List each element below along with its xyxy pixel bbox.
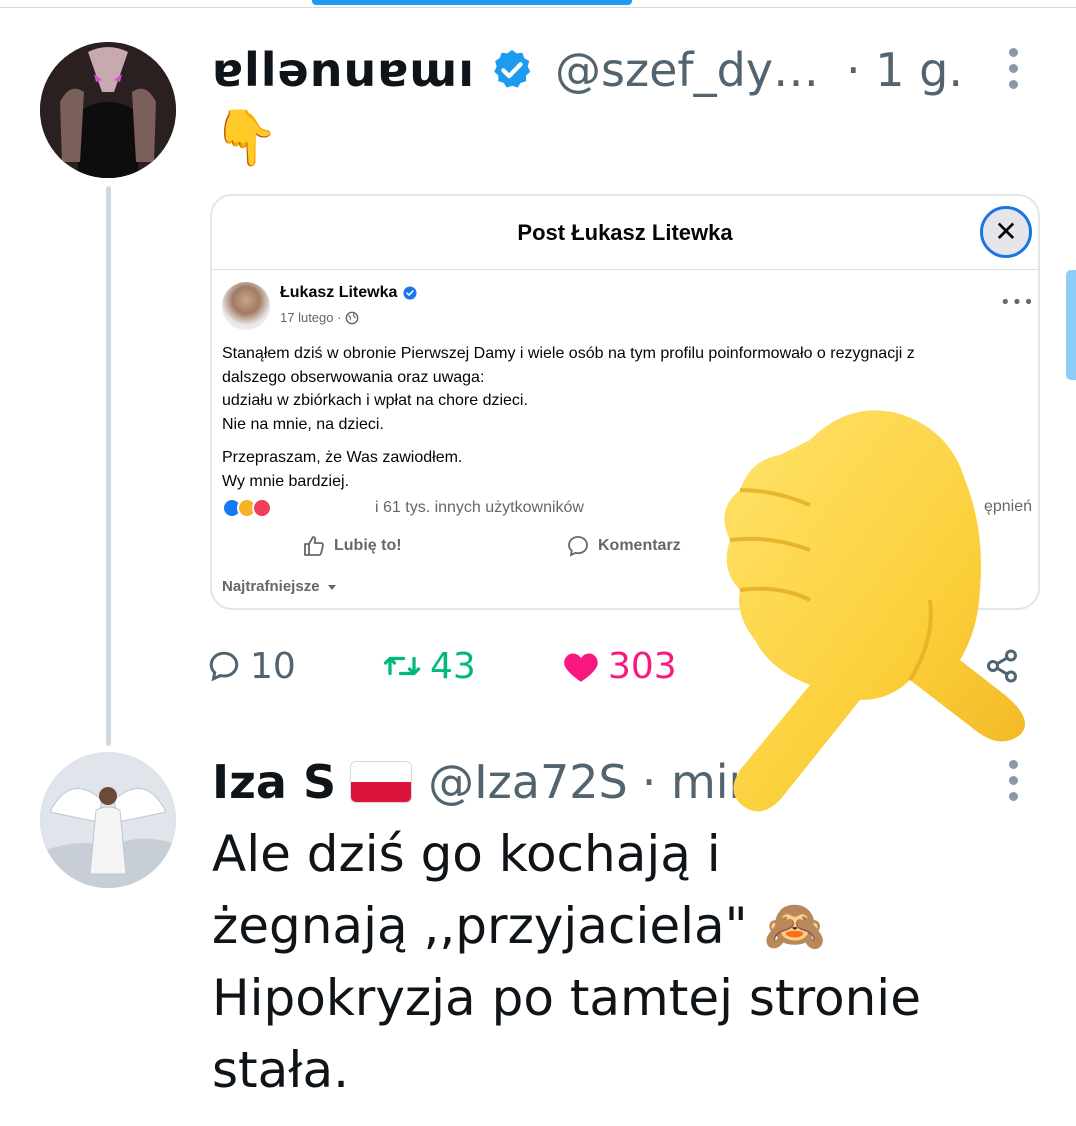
more-vertical-icon[interactable] [1006, 48, 1020, 89]
like-button[interactable]: 303 [562, 636, 677, 696]
fb-body-line: Wy mnie bardziej. [222, 472, 350, 490]
verified-badge-icon [489, 47, 535, 93]
poland-flag-icon [350, 761, 413, 803]
display-name[interactable]: Iza S [212, 755, 336, 809]
avatar-image [40, 42, 176, 178]
fb-body-line: udziału w zbiórkach i wpłat na chore dzi… [222, 392, 528, 409]
fb-action-bar: Lubię to! Komentarz [212, 534, 1038, 564]
fb-post-title: Post Łukasz Litewka [517, 220, 733, 245]
scrollbar-thumb[interactable] [1066, 270, 1076, 380]
share-button[interactable] [984, 636, 1020, 696]
active-tab-indicator [312, 0, 632, 5]
fb-shares-count: ępnień [983, 498, 1032, 515]
fb-comment-label: Komentarz [598, 537, 681, 554]
tweet-text-line: żegnają ,,przyjaciela" 🙈 [212, 897, 826, 955]
verified-badge-icon [403, 286, 417, 300]
reply-count: 10 [250, 645, 296, 687]
fb-body-line: Stanąłem dziś w obronie Pierwszej Damy i… [222, 345, 915, 362]
avatar-image [40, 752, 176, 888]
handle[interactable]: @Iza72S [428, 755, 628, 809]
fb-body-line: Przepraszam, że Was zawiodłem. [222, 449, 463, 466]
fb-sort-label: Najtrafniejsze [222, 578, 320, 595]
fb-comment-action: Komentarz [566, 534, 681, 558]
timestamp[interactable]: · 1 g. [846, 38, 963, 102]
avatar[interactable] [40, 752, 176, 888]
fb-reactions-count: i 61 tys. innych użytkowników [375, 499, 584, 516]
tweet-text-line: Ale dziś go kochają i [212, 825, 721, 883]
globe-icon [346, 311, 359, 324]
tweet-text: Ale dziś go kochają i żegnają ,,przyjaci… [212, 818, 972, 1106]
retweet-icon [383, 656, 421, 676]
thread-connector-line [106, 186, 111, 746]
retweet-button[interactable]: 43 [382, 636, 476, 696]
more-vertical-icon[interactable] [1006, 760, 1020, 801]
retweet-count: 43 [430, 645, 476, 687]
heart-filled-icon [564, 653, 598, 682]
fb-reactions-row: i 61 tys. innych użytkowników [222, 498, 584, 518]
fb-like-action: Lubię to! [302, 534, 402, 558]
fb-post-body: Stanąłem dziś w obronie Pierwszej Damy i… [222, 342, 1022, 503]
fb-body-line: Nie na mnie, na dzieci. [222, 415, 384, 433]
fb-date-label: 17 lutego · [280, 310, 342, 325]
close-icon: ✕ [980, 206, 1032, 258]
fb-author-label: Łukasz Litewka [280, 284, 398, 301]
fb-author-name: Łukasz Litewka [280, 284, 417, 302]
love-reaction-icon [252, 498, 272, 518]
fb-body-line: dalszego obserwowania oraz uwaga: [222, 368, 485, 386]
tweet-text: 👇 [212, 106, 280, 169]
more-horizontal-icon: ••• [1000, 292, 1035, 313]
fb-like-label: Lubię to! [334, 537, 402, 554]
comment-icon [568, 536, 588, 557]
tweet-text-line: stała. [212, 1041, 350, 1099]
timestamp[interactable]: · min [642, 755, 758, 809]
embedded-image[interactable]: Post Łukasz Litewka ✕ Łukasz Litewka 17 … [210, 194, 1040, 610]
like-count: 303 [608, 645, 677, 687]
fb-post-date: 17 lutego · [280, 310, 359, 325]
handle[interactable]: @szef_dy… [555, 43, 819, 97]
display-name[interactable]: ɐllǝnuɐɯı [212, 43, 475, 97]
fb-author-avatar [222, 282, 270, 330]
top-tab-bar [0, 0, 1076, 8]
reply-icon [209, 651, 239, 682]
caret-down-icon [327, 584, 336, 590]
tweet-header: Iza S @Iza72S · min [212, 750, 758, 814]
tweet-text-line: Hipokryzja po tamtej stronie [212, 969, 921, 1027]
share-icon [987, 649, 1017, 683]
avatar[interactable] [40, 42, 176, 178]
reply-button[interactable]: 10 [206, 636, 296, 696]
fb-sort-dropdown: Najtrafniejsze [222, 578, 338, 595]
tweet-header: ɐllǝnuɐɯı @szef_dy… [212, 38, 819, 102]
tweet-actions: 10 43 303 [206, 636, 1036, 696]
thumbs-up-icon [304, 536, 324, 556]
